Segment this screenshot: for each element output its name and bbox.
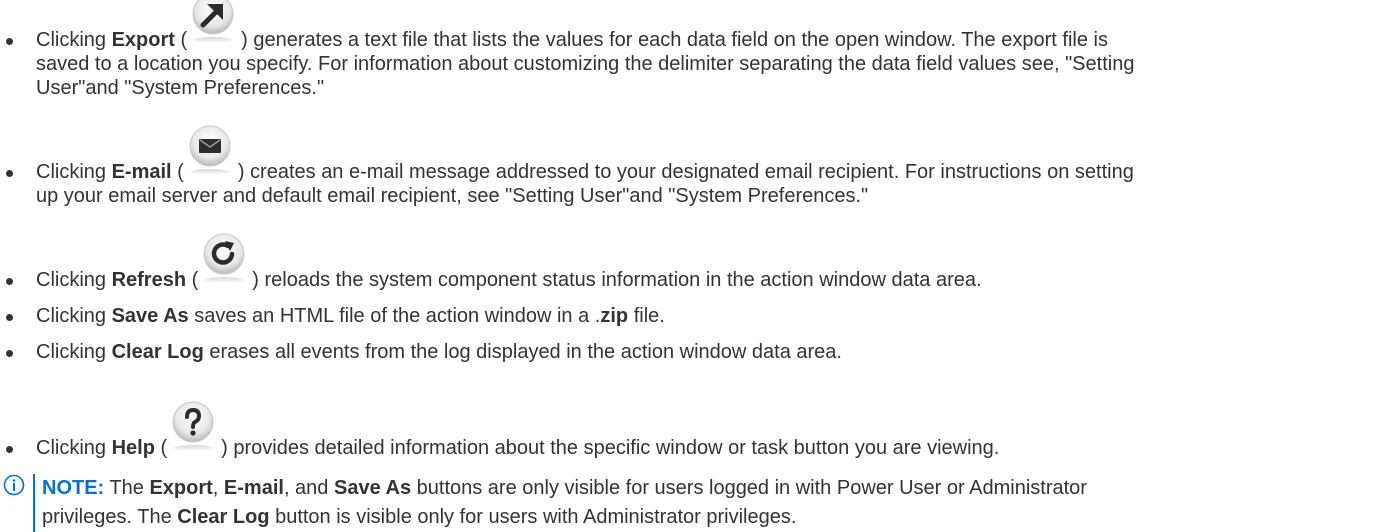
email-label: E-mail <box>223 477 284 499</box>
export-label: Export <box>111 29 175 51</box>
bullet-dot <box>6 314 13 321</box>
note-divider <box>33 474 35 532</box>
text-fragment: file. <box>628 305 665 327</box>
text-line: up your email server and default email r… <box>36 185 869 207</box>
text-fragment: , <box>212 477 224 499</box>
help-question-icon <box>168 400 218 454</box>
list-item-text: Clicking Help () provides detailed info… <box>36 401 1394 460</box>
info-icon <box>3 474 25 496</box>
bullet-dot <box>6 350 13 357</box>
text-fragment: ( <box>174 29 188 51</box>
help-label: Help <box>111 437 155 459</box>
text-fragment: button is visible only for users with Ad… <box>269 506 797 528</box>
bullet-dot <box>6 38 13 45</box>
list-item-help: Clicking Help () provides detailed info… <box>0 401 1395 460</box>
list-item-clear-log: Clicking Clear Log erases all events fro… <box>0 340 1395 364</box>
note-label: NOTE: <box>42 477 105 499</box>
arrow-up-right-icon <box>188 0 238 46</box>
text-fragment: privileges. The <box>42 506 178 528</box>
text-fragment: Clicking <box>36 305 112 327</box>
envelope-icon <box>185 124 235 178</box>
text-fragment: Clicking <box>36 161 112 183</box>
text-fragment: ) reloads the system component status in… <box>252 269 982 291</box>
export-label: Export <box>149 477 213 499</box>
list-item-text: Clicking Refresh () reloads the system … <box>36 233 1394 292</box>
text-fragment: ) provides detailed information about th… <box>221 437 1000 459</box>
text-fragment: Clicking <box>36 29 112 51</box>
bullet-dot <box>6 170 13 177</box>
text-fragment: erases all events from the log displayed… <box>203 341 842 363</box>
list-item-text: Clicking E-mail () creates an e-mail me… <box>36 125 1394 208</box>
save-as-label: Save As <box>111 305 189 327</box>
text-fragment: buttons are only visible for users logge… <box>411 477 1087 499</box>
list-item-save-as: Clicking Save As saves an HTML file of t… <box>0 304 1395 328</box>
text-fragment: The <box>104 477 150 499</box>
clear-log-label: Clear Log <box>177 506 270 528</box>
text-fragment: , and <box>283 477 334 499</box>
refresh-icon <box>199 232 249 286</box>
bullet-dot <box>6 278 13 285</box>
list-item-email: Clicking E-mail () creates an e-mail me… <box>0 125 1395 208</box>
save-as-label: Save As <box>333 477 412 499</box>
text-fragment: ) generates a text file that lists the v… <box>241 29 1108 51</box>
icon-slot <box>187 0 241 52</box>
email-label: E-mail <box>111 161 172 183</box>
text-line: saved to a location you specify. For inf… <box>36 53 1135 75</box>
text-fragment: ( <box>154 437 168 459</box>
list-item-text: Clicking Export () generates a text fil… <box>36 0 1394 100</box>
text-fragment: Clicking <box>36 341 112 363</box>
list-item-refresh: Clicking Refresh () reloads the system … <box>0 233 1395 292</box>
document-page: Clicking Export () generates a text fil… <box>0 0 1399 532</box>
list-item-text: Clicking Save As saves an HTML file of t… <box>36 304 1394 328</box>
bullet-dot <box>6 446 13 453</box>
clear-log-label: Clear Log <box>111 341 204 363</box>
text-fragment: ( <box>171 161 184 183</box>
text-fragment: ( <box>186 269 199 291</box>
text-fragment: Clicking <box>36 269 112 291</box>
note-text: NOTE: The Export, E-mail, and Save As bu… <box>42 474 1392 532</box>
list-item-text: Clicking Clear Log erases all events fro… <box>36 340 1394 364</box>
note-callout: NOTE: The Export, E-mail, and Save As bu… <box>0 474 1399 532</box>
refresh-label: Refresh <box>111 269 187 291</box>
icon-slot <box>198 233 252 292</box>
text-fragment: saves an HTML file of the action window … <box>188 305 601 327</box>
icon-slot <box>167 401 221 460</box>
text-fragment: Clicking <box>36 437 112 459</box>
list-item-export: Clicking Export () generates a text fil… <box>0 0 1395 100</box>
text-fragment: ) creates an e-mail message addressed to… <box>237 161 1134 183</box>
zip-label: zip <box>600 305 629 327</box>
icon-slot <box>184 125 238 184</box>
text-line: User"and "System Preferences." <box>36 77 325 99</box>
